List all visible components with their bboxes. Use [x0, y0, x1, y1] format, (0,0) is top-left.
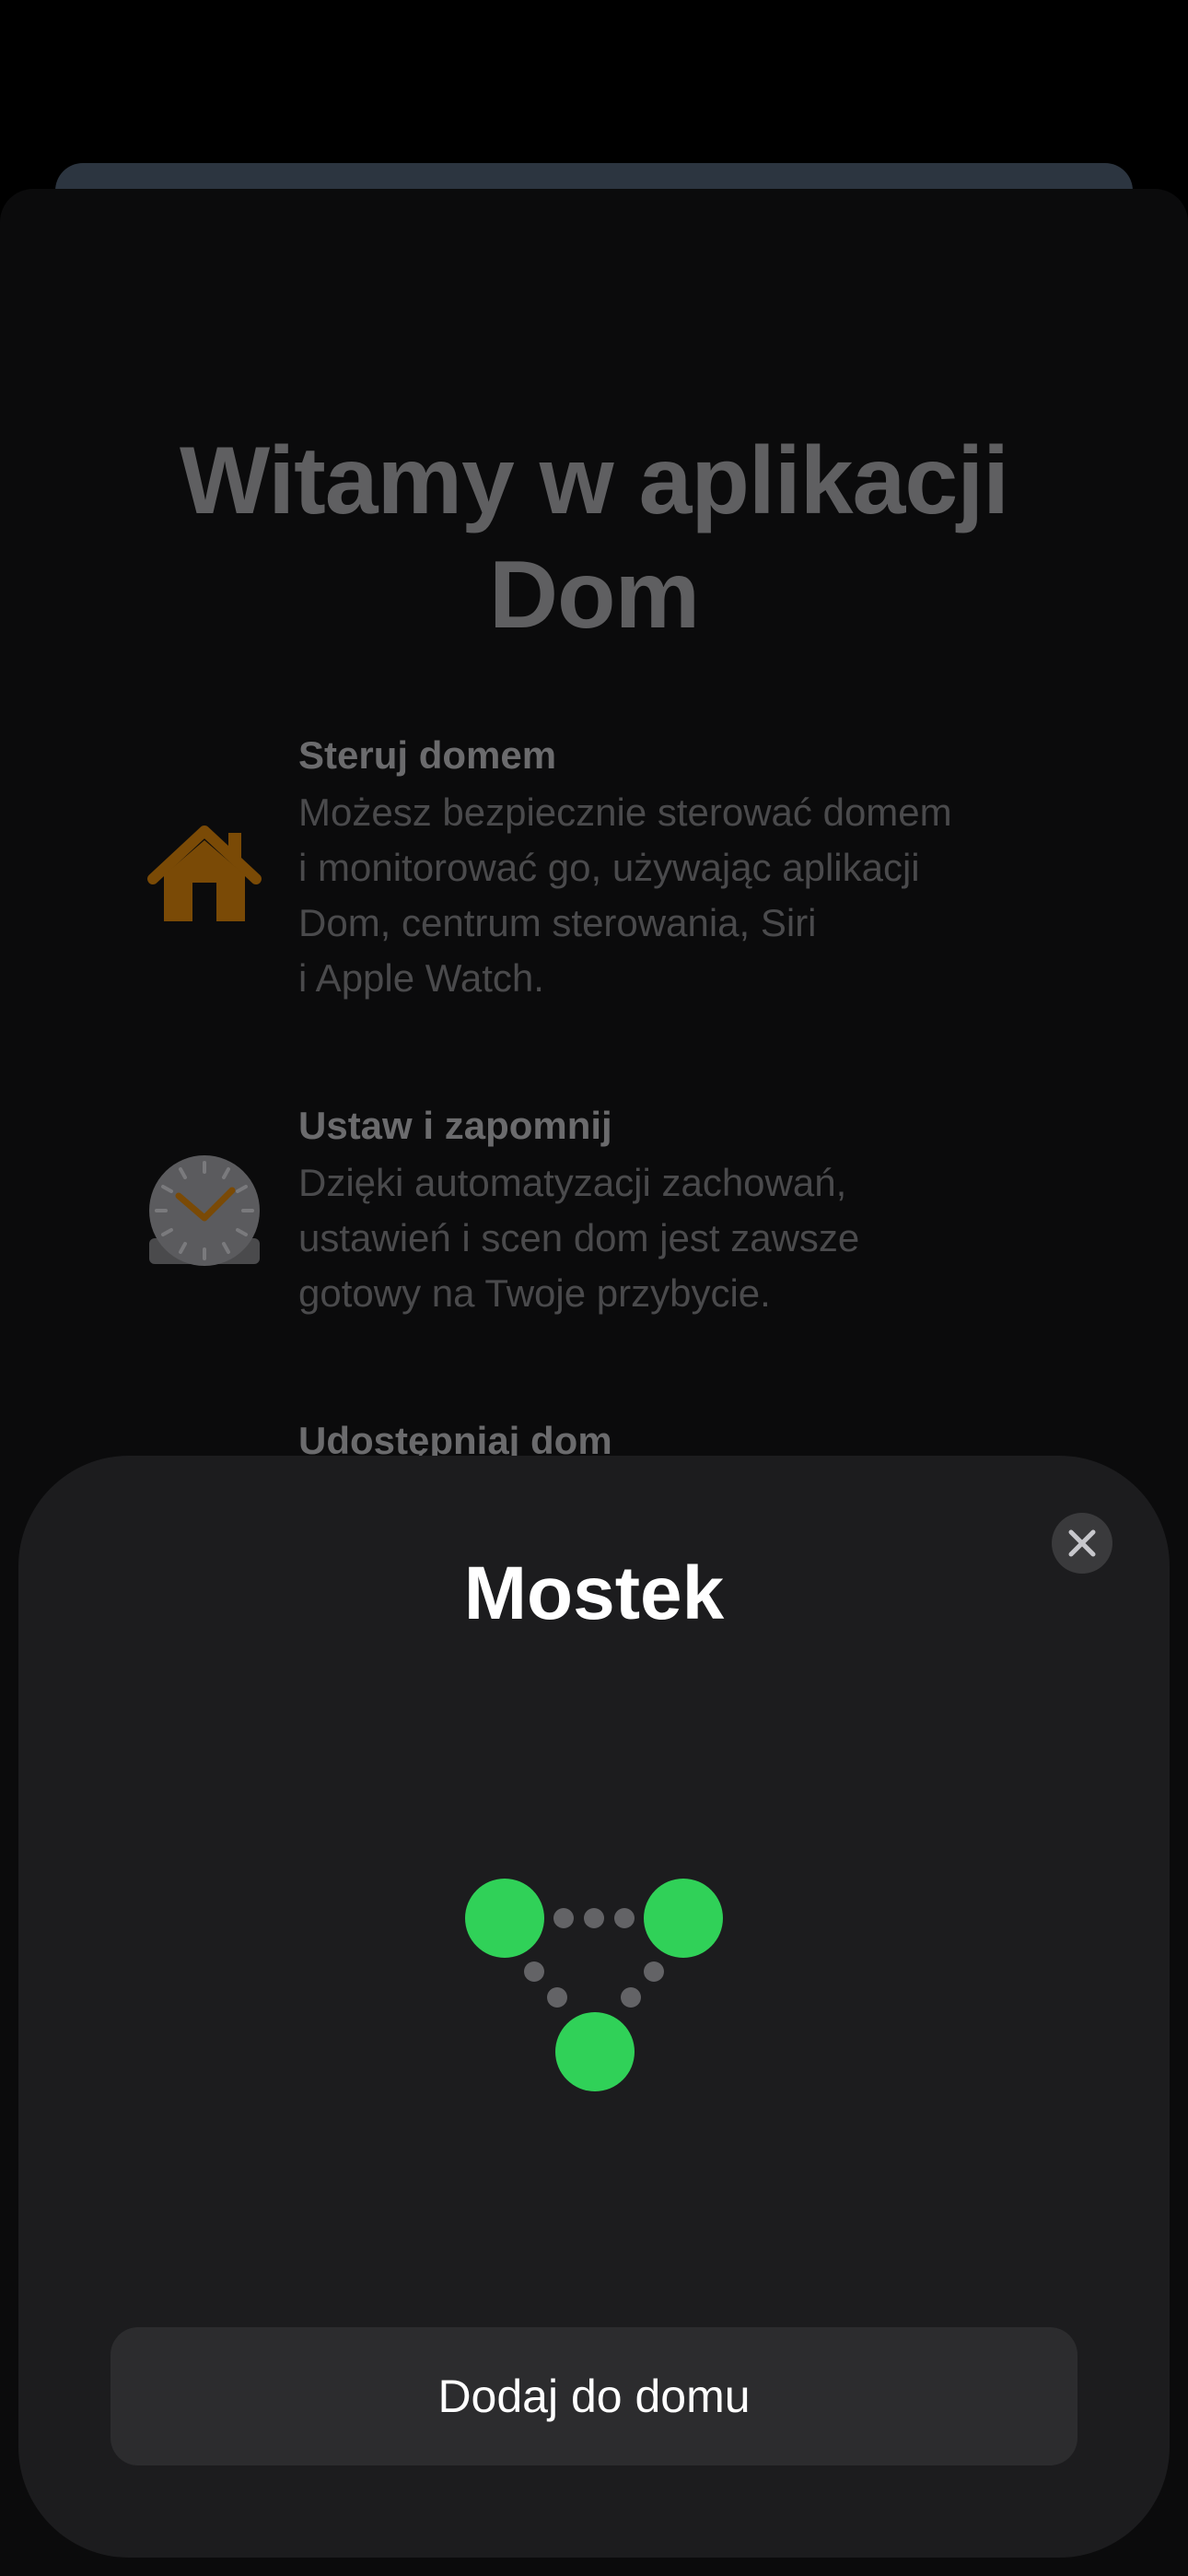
feature-heading: Udostępniaj dom	[298, 1419, 612, 1461]
feature-control-home: Steruj domem Możesz bezpiecznie sterować…	[147, 730, 1068, 1006]
feature-heading: Steruj domem	[298, 733, 557, 777]
bridge-network-icon	[451, 1861, 737, 2101]
feature-share-home: Udostępniaj dom	[147, 1415, 1068, 1461]
clock-icon	[147, 1153, 262, 1268]
house-icon	[147, 818, 262, 932]
feature-text: Możesz bezpiecznie sterować domem i moni…	[298, 790, 952, 1000]
card-title: Mostek	[463, 1551, 725, 1635]
feature-heading: Ustaw i zapomnij	[298, 1104, 612, 1147]
feature-set-and-forget: Ustaw i zapomnij Dzięki automatyzacji za…	[147, 1100, 1068, 1330]
screen: Witamy w aplikacji Dom Steruj domem Może…	[0, 0, 1188, 2576]
add-to-home-button[interactable]: Dodaj do domu	[111, 2327, 1077, 2465]
feature-text: Dzięki automatyzacji zachowań, ustawień …	[298, 1161, 860, 1315]
welcome-title: Witamy w aplikacji Dom	[179, 427, 1009, 649]
